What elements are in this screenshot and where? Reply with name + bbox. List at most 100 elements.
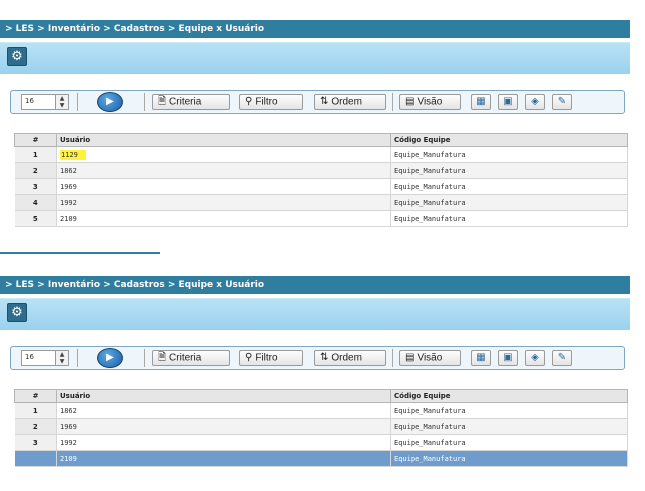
sort-az-icon: ⇅	[320, 352, 329, 363]
play-button[interactable]: ▶	[97, 348, 123, 368]
table-row[interactable]: 5 2109 Equipe_Manufatura	[14, 210, 628, 227]
top-panel: > LES > Inventário > Cadastros > Equipe …	[0, 20, 630, 246]
row-number: 2	[14, 418, 57, 435]
separator	[144, 349, 145, 367]
header-bar: ⚙	[0, 298, 630, 330]
codigo-cell: Equipe_Manufatura	[390, 146, 628, 163]
view-icon: ▤	[405, 96, 415, 107]
header-bar: ⚙	[0, 42, 630, 74]
page-size-value: 16	[25, 353, 34, 361]
criteria-label: Criteria	[169, 352, 202, 364]
codigo-cell: Equipe_Manufatura	[390, 450, 628, 467]
col-header-codigo[interactable]: Código Equipe	[390, 389, 628, 403]
row-number: 1	[14, 146, 57, 163]
ordem-label: Ordem	[331, 96, 362, 108]
criteria-button[interactable]: 🗎 Criteria	[152, 350, 230, 366]
codigo-cell: Equipe_Manufatura	[390, 162, 628, 179]
codigo-cell: Equipe_Manufatura	[390, 402, 628, 419]
usuario-cell: 1969	[56, 418, 391, 435]
breadcrumb: > LES > Inventário > Cadastros > Equipe …	[0, 20, 630, 38]
codigo-cell: Equipe_Manufatura	[390, 210, 628, 227]
table-header-row: # Usuário Código Equipe	[14, 389, 628, 403]
table-row[interactable]: 1 1862 Equipe_Manufatura	[14, 402, 628, 419]
visao-button[interactable]: ▤ Visão	[399, 94, 461, 110]
toolbar: 16 ▲ ▼ ▶ 🗎 Criteria ⚲ Filtro ⇅ Ordem ▤ Visão …	[10, 90, 625, 114]
codigo-cell: Equipe_Manufatura	[390, 418, 628, 435]
col-header-codigo[interactable]: Código Equipe	[390, 133, 628, 147]
filtro-button[interactable]: ⚲ Filtro	[239, 94, 303, 110]
table-header-row: # Usuário Código Equipe	[14, 133, 628, 147]
criteria-label: Criteria	[169, 96, 202, 108]
breadcrumb: > LES > Inventário > Cadastros > Equipe …	[0, 276, 630, 294]
usuario-cell: 2109	[56, 450, 391, 467]
table-row[interactable]: 2 1969 Equipe_Manufatura	[14, 418, 628, 435]
criteria-button[interactable]: 🗎 Criteria	[152, 94, 230, 110]
highlighted-value: 1129	[60, 149, 86, 160]
row-number: 1	[14, 402, 57, 419]
filtro-label: Filtro	[255, 352, 278, 364]
separator	[77, 349, 78, 367]
visao-label: Visão	[417, 352, 443, 364]
table-row-selected[interactable]: 4 2109 Equipe_Manufatura	[14, 450, 628, 467]
ordem-button[interactable]: ⇅ Ordem	[314, 94, 386, 110]
page-size-stepper[interactable]: 16 ▲ ▼	[21, 94, 69, 110]
separator	[144, 93, 145, 111]
row-number: 2	[14, 162, 57, 179]
save-icon[interactable]: ▣	[498, 94, 518, 110]
col-header-usuario[interactable]: Usuário	[56, 389, 391, 403]
gear-icon[interactable]: ⚙	[7, 303, 27, 322]
row-number: 4	[14, 194, 57, 211]
codigo-cell: Equipe_Manufatura	[390, 194, 628, 211]
toolbar: 16 ▲ ▼ ▶ 🗎 Criteria ⚲ Filtro ⇅ Ordem ▤ Visão …	[10, 346, 625, 370]
stepper-arrows-icon[interactable]: ▲ ▼	[55, 351, 68, 365]
usuario-cell: 1862	[56, 402, 391, 419]
usuario-cell: 2109	[56, 210, 391, 227]
usuario-cell: 1992	[56, 434, 391, 451]
row-number: 5	[14, 210, 57, 227]
code-icon[interactable]: ◈	[525, 94, 545, 110]
save-icon[interactable]: ▣	[498, 350, 518, 366]
separator	[392, 93, 393, 111]
stepper-arrows-icon[interactable]: ▲ ▼	[55, 95, 68, 109]
tool-icon[interactable]: ✎	[552, 94, 572, 110]
page-size-stepper[interactable]: 16 ▲ ▼	[21, 350, 69, 366]
table-row[interactable]: 4 1992 Equipe_Manufatura	[14, 194, 628, 211]
ordem-button[interactable]: ⇅ Ordem	[314, 350, 386, 366]
code-icon[interactable]: ◈	[525, 350, 545, 366]
sort-az-icon: ⇅	[320, 96, 329, 107]
visao-label: Visão	[417, 96, 443, 108]
filter-icon: ⚲	[245, 352, 253, 363]
separator	[392, 349, 393, 367]
tool-icon[interactable]: ✎	[552, 350, 572, 366]
usuario-cell: 1969	[56, 178, 391, 195]
criteria-icon: 🗎	[158, 96, 167, 107]
play-button[interactable]: ▶	[97, 92, 123, 112]
table-row[interactable]: 1 1129 Equipe_Manufatura	[14, 146, 628, 163]
col-header-num[interactable]: #	[14, 389, 57, 403]
row-number: 3	[14, 178, 57, 195]
divider	[0, 252, 160, 254]
table-row[interactable]: 2 1862 Equipe_Manufatura	[14, 162, 628, 179]
row-number: 4	[14, 450, 57, 467]
col-header-usuario[interactable]: Usuário	[56, 133, 391, 147]
visao-button[interactable]: ▤ Visão	[399, 350, 461, 366]
filtro-button[interactable]: ⚲ Filtro	[239, 350, 303, 366]
usuario-cell: 1862	[56, 162, 391, 179]
usuario-cell: 1992	[56, 194, 391, 211]
gear-icon[interactable]: ⚙	[7, 47, 27, 66]
codigo-cell: Equipe_Manufatura	[390, 178, 628, 195]
page-size-value: 16	[25, 97, 34, 105]
separator	[77, 93, 78, 111]
export-icon[interactable]: ▦	[471, 94, 491, 110]
table-row[interactable]: 3 1969 Equipe_Manufatura	[14, 178, 628, 195]
table-row[interactable]: 3 1992 Equipe_Manufatura	[14, 434, 628, 451]
codigo-cell: Equipe_Manufatura	[390, 434, 628, 451]
data-table: # Usuário Código Equipe 1 1129 Equipe_Ma…	[14, 133, 628, 227]
ordem-label: Ordem	[331, 352, 362, 364]
filter-icon: ⚲	[245, 96, 253, 107]
usuario-cell: 1129	[56, 146, 391, 163]
filtro-label: Filtro	[255, 96, 278, 108]
col-header-num[interactable]: #	[14, 133, 57, 147]
export-icon[interactable]: ▦	[471, 350, 491, 366]
bottom-panel: > LES > Inventário > Cadastros > Equipe …	[0, 276, 630, 488]
